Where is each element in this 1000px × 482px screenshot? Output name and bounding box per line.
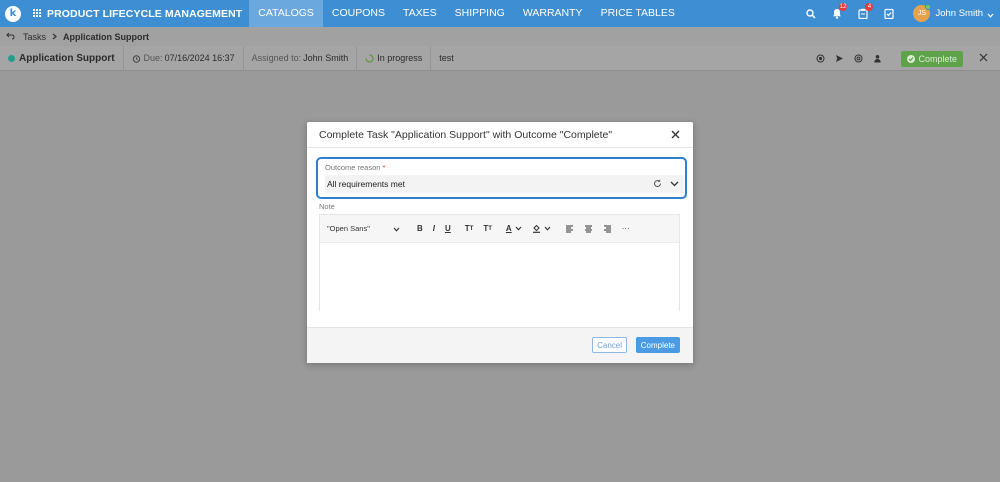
due-label: Due: bbox=[143, 53, 163, 63]
task-title-cell: Application Support bbox=[0, 45, 124, 71]
task-extra-cell: test bbox=[431, 46, 462, 71]
outcome-reason-select[interactable]: All requirements met bbox=[325, 175, 684, 193]
search-icon[interactable] bbox=[801, 0, 821, 27]
outcome-reason-field: Outcome reason * All requirements met bbox=[316, 157, 687, 199]
nav-item-coupons[interactable]: COUPONS bbox=[323, 0, 394, 27]
online-status-dot bbox=[925, 4, 932, 10]
note-text-area[interactable] bbox=[320, 243, 679, 311]
dialog-title: Complete Task "Application Support" with… bbox=[319, 128, 613, 141]
cancel-button[interactable]: Cancel bbox=[592, 337, 627, 353]
nav-item-catalogs[interactable]: CATALOGS bbox=[249, 0, 323, 27]
chevron-down-icon bbox=[393, 225, 400, 234]
more-tools-button[interactable]: ··· bbox=[622, 224, 630, 233]
notifications-bell-icon[interactable]: 12 bbox=[827, 0, 848, 27]
align-left-icon[interactable] bbox=[565, 225, 574, 233]
underline-button[interactable]: U bbox=[445, 224, 451, 233]
breadcrumb-current: Application Support bbox=[63, 31, 150, 42]
task-extra-text: test bbox=[439, 53, 454, 63]
chevron-down-icon[interactable] bbox=[670, 179, 679, 190]
text-color-button[interactable]: A bbox=[506, 224, 522, 233]
dialog-footer: Cancel Complete bbox=[307, 327, 693, 363]
user-avatar[interactable]: JS bbox=[913, 4, 932, 22]
task-due-cell[interactable]: Due: 07/16/2024 16:37 bbox=[124, 45, 244, 71]
nav-item-warranty[interactable]: WARRANTY bbox=[514, 0, 592, 27]
nav-item-shipping[interactable]: SHIPPING bbox=[446, 0, 514, 27]
highlight-color-button[interactable] bbox=[532, 224, 551, 233]
assigned-label: Assigned to: bbox=[251, 53, 302, 63]
chevron-right-icon bbox=[52, 32, 57, 42]
task-header-bar: Application Support Due: 07/16/2024 16:3… bbox=[0, 45, 1000, 71]
text-color-label: A bbox=[505, 224, 512, 233]
logo-letter: k bbox=[9, 7, 17, 19]
complete-button[interactable]: Complete bbox=[635, 337, 680, 353]
dialog-header: Complete Task "Application Support" with… bbox=[307, 122, 693, 148]
tasks-badge: 4 bbox=[865, 3, 874, 11]
task-actions: Complete bbox=[813, 46, 1000, 71]
check-circle-icon bbox=[907, 54, 916, 63]
chevron-down-icon[interactable] bbox=[987, 5, 994, 23]
send-icon[interactable] bbox=[832, 52, 846, 66]
close-dialog-icon[interactable] bbox=[669, 128, 681, 140]
note-label: Note bbox=[319, 202, 335, 211]
target-icon[interactable] bbox=[851, 52, 865, 66]
italic-button[interactable]: I bbox=[433, 224, 435, 233]
outcome-reason-label: Outcome reason * bbox=[325, 163, 685, 172]
superscript-button[interactable]: TT bbox=[465, 224, 474, 233]
task-status: In progress bbox=[377, 53, 423, 63]
refresh-icon[interactable] bbox=[653, 179, 662, 190]
back-arrow-icon[interactable] bbox=[6, 32, 15, 42]
task-assignee-cell[interactable]: Assigned to: John Smith bbox=[244, 45, 358, 71]
complete-task-button[interactable]: Complete bbox=[901, 50, 963, 67]
outcome-reason-label-text: Outcome reason bbox=[325, 163, 381, 172]
tasks-icon[interactable]: 4 bbox=[853, 0, 874, 27]
notifications-badge: 12 bbox=[838, 3, 848, 11]
app-logo[interactable]: k bbox=[5, 5, 21, 22]
task-title: Application Support bbox=[19, 52, 115, 64]
alarm-clock-icon bbox=[132, 54, 141, 63]
paint-bucket-icon bbox=[532, 224, 541, 233]
nav-item-price-tables[interactable]: PRICE TABLES bbox=[592, 0, 684, 27]
user-icon[interactable] bbox=[870, 52, 884, 66]
top-navigation-bar: k PRODUCT LIFECYCLE MANAGEMENT CATALOGS … bbox=[0, 0, 1000, 27]
breadcrumb-tasks-link[interactable]: Tasks bbox=[23, 32, 46, 42]
clipboard-check-icon[interactable] bbox=[879, 0, 899, 27]
complete-task-dialog: Complete Task "Application Support" with… bbox=[307, 122, 693, 363]
close-task-icon[interactable] bbox=[979, 53, 988, 64]
top-nav-actions: 12 4 JS John Smith bbox=[801, 0, 1000, 27]
task-status-cell[interactable]: In progress bbox=[357, 45, 432, 71]
nav-item-taxes[interactable]: TAXES bbox=[394, 0, 446, 27]
outcome-reason-value: All requirements met bbox=[327, 179, 405, 189]
user-name[interactable]: John Smith bbox=[935, 8, 983, 19]
align-right-icon[interactable] bbox=[603, 225, 612, 233]
record-icon[interactable] bbox=[813, 52, 827, 66]
align-center-icon[interactable] bbox=[584, 225, 593, 233]
apps-grid-icon[interactable] bbox=[33, 9, 42, 18]
note-rich-text-editor: "Open Sans" B I U TT TT A ··· bbox=[319, 214, 680, 311]
assigned-value: John Smith bbox=[303, 53, 349, 63]
bold-button[interactable]: B bbox=[417, 224, 423, 233]
task-status-dot bbox=[8, 54, 15, 62]
avatar-initials: JS bbox=[917, 10, 927, 17]
complete-task-label: Complete bbox=[918, 53, 957, 64]
app-title[interactable]: PRODUCT LIFECYCLE MANAGEMENT bbox=[47, 8, 242, 20]
editor-toolbar: "Open Sans" B I U TT TT A ··· bbox=[320, 215, 679, 243]
subscript-button[interactable]: TT bbox=[483, 224, 492, 233]
required-marker: * bbox=[382, 163, 386, 172]
font-family-value: "Open Sans" bbox=[327, 224, 370, 233]
in-progress-icon bbox=[365, 53, 374, 63]
breadcrumb: Tasks Application Support bbox=[0, 27, 1000, 46]
due-value: 07/16/2024 16:37 bbox=[164, 53, 235, 63]
font-family-select[interactable]: "Open Sans" bbox=[327, 222, 403, 236]
